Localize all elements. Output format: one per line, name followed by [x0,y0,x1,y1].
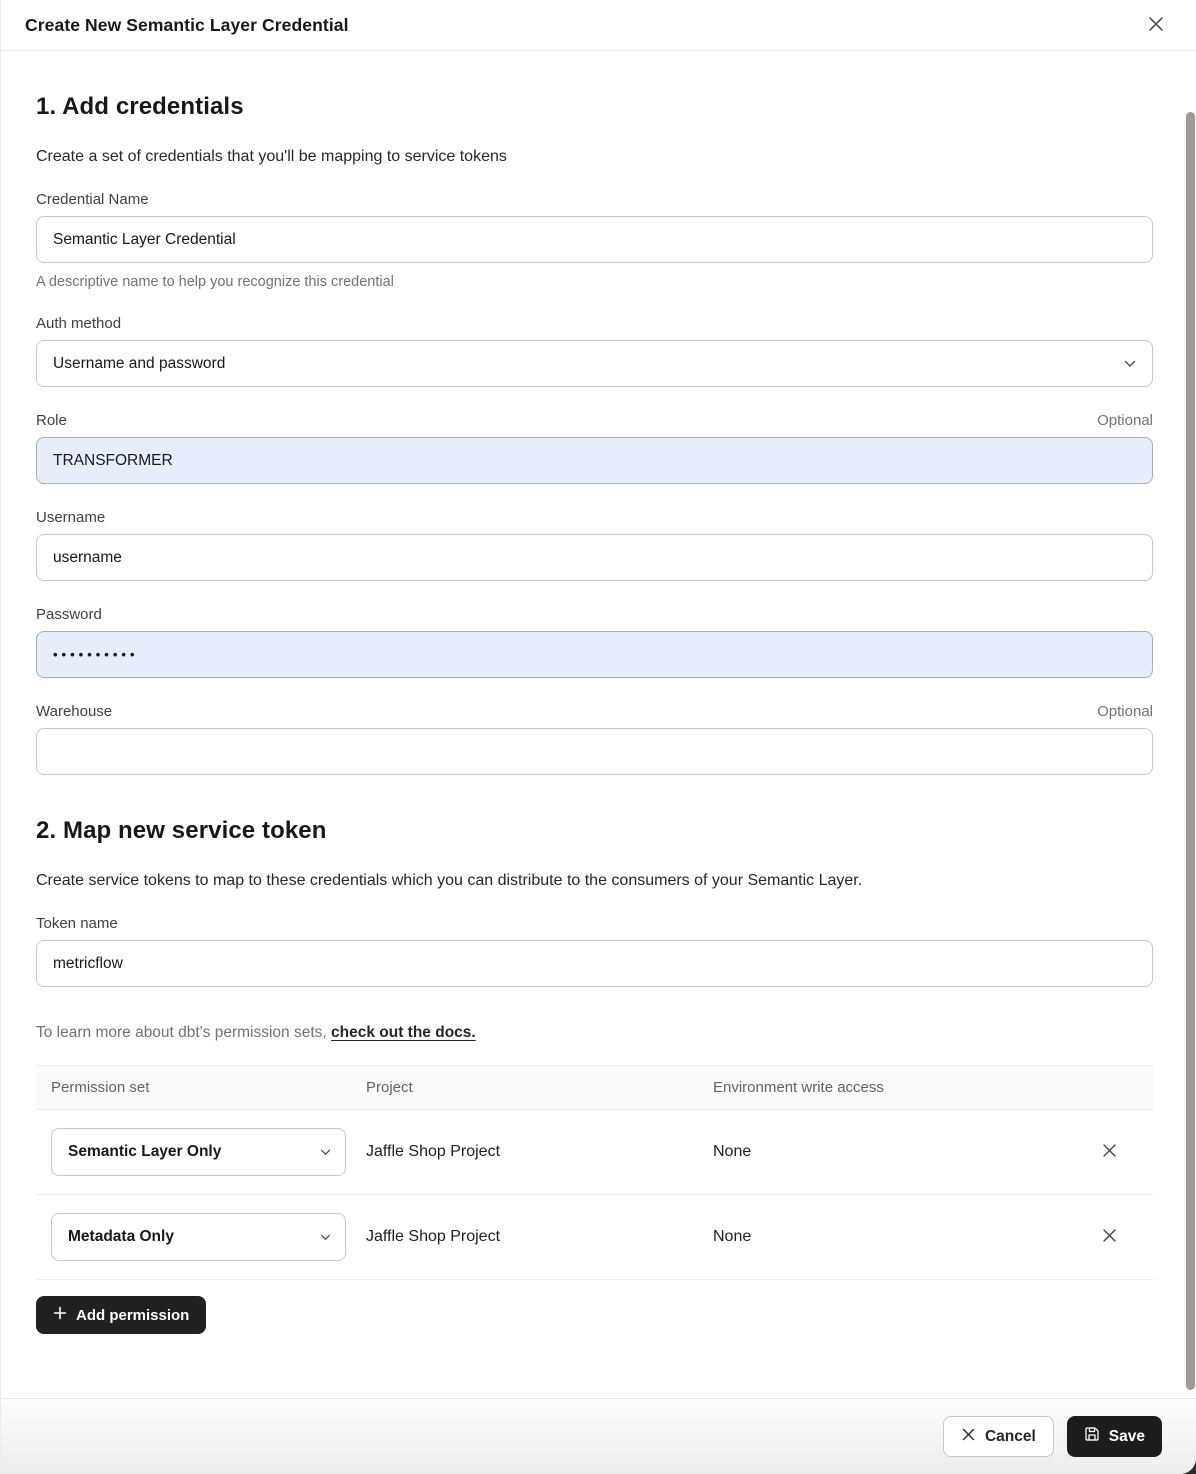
username-input[interactable] [36,534,1153,581]
role-field-group: Role Optional [36,412,1153,484]
permission-set-selected-value: Metadata Only [68,1228,174,1246]
section2-heading: 2. Map new service token [36,817,1153,845]
role-input[interactable] [36,437,1153,484]
remove-permission-button[interactable] [1093,1136,1125,1168]
modal-title: Create New Semantic Layer Credential [25,15,349,36]
plus-icon [53,1306,67,1324]
environment-write-access-cell: None [713,1143,1093,1161]
project-cell: Jaffle Shop Project [366,1143,713,1161]
role-optional-badge: Optional [1097,412,1153,429]
warehouse-label: Warehouse [36,703,112,720]
warehouse-field-group: Warehouse Optional [36,703,1153,775]
save-label: Save [1109,1428,1145,1446]
cancel-label: Cancel [985,1428,1036,1446]
username-field-group: Username [36,509,1153,581]
credential-name-label: Credential Name [36,191,149,208]
col-header-environment-write-access: Environment write access [713,1079,1093,1096]
token-name-input[interactable] [36,940,1153,987]
username-label: Username [36,509,105,526]
permission-table: Permission set Project Environment write… [36,1065,1153,1280]
credential-name-helper: A descriptive name to help you recognize… [36,274,1153,290]
warehouse-input[interactable] [36,728,1153,775]
modal-header: Create New Semantic Layer Credential [1,0,1196,51]
password-field-group: Password [36,606,1153,678]
permission-table-body: Semantic Layer Only Jaffle Shop Project … [36,1110,1153,1280]
auth-method-field-group: Auth method Username and password [36,315,1153,387]
create-credential-modal: Create New Semantic Layer Credential 1. … [0,0,1196,1474]
password-input[interactable] [36,631,1153,678]
token-name-field-group: Token name [36,915,1153,987]
save-button[interactable]: Save [1067,1416,1162,1457]
token-name-label: Token name [36,915,118,932]
close-icon [1146,14,1166,37]
col-header-project: Project [366,1079,713,1096]
permission-docs-text: To learn more about dbt's permission set… [36,1024,331,1041]
cancel-x-icon [961,1427,976,1447]
auth-method-selected-value: Username and password [53,355,225,373]
credential-name-field-group: Credential Name A descriptive name to he… [36,191,1153,290]
permission-table-header: Permission set Project Environment write… [36,1065,1153,1110]
project-cell: Jaffle Shop Project [366,1228,713,1246]
environment-write-access-cell: None [713,1228,1093,1246]
chevron-down-icon [1124,360,1136,368]
permission-set-select[interactable]: Semantic Layer Only [51,1128,346,1176]
save-floppy-icon [1084,1426,1100,1447]
password-label: Password [36,606,102,623]
remove-x-icon [1101,1227,1118,1247]
modal-body: 1. Add credentials Create a set of crede… [1,51,1196,1398]
permission-table-row: Semantic Layer Only Jaffle Shop Project … [36,1110,1153,1195]
section1-description: Create a set of credentials that you'll … [36,148,1153,166]
vertical-scrollbar[interactable] [1186,112,1195,1390]
credential-name-input[interactable] [36,216,1153,263]
permission-table-row: Metadata Only Jaffle Shop Project None [36,1195,1153,1280]
permission-set-selected-value: Semantic Layer Only [68,1143,221,1161]
add-permission-label: Add permission [76,1307,189,1324]
chevron-down-icon [320,1149,331,1156]
modal-footer: Cancel Save [1,1398,1196,1474]
docs-link[interactable]: check out the docs. [331,1024,476,1041]
auth-method-select[interactable]: Username and password [36,340,1153,387]
cancel-button[interactable]: Cancel [943,1416,1054,1457]
col-header-permission-set: Permission set [36,1079,366,1096]
auth-method-label: Auth method [36,315,121,332]
remove-permission-button[interactable] [1093,1221,1125,1253]
section2-description: Create service tokens to map to these cr… [36,872,1153,890]
remove-x-icon [1101,1142,1118,1162]
section1-heading: 1. Add credentials [36,93,1153,121]
role-label: Role [36,412,67,429]
warehouse-optional-badge: Optional [1097,703,1153,720]
chevron-down-icon [320,1234,331,1241]
add-permission-button[interactable]: Add permission [36,1296,206,1334]
close-button[interactable] [1142,11,1170,39]
permission-docs-line: To learn more about dbt's permission set… [36,1024,1153,1042]
permission-set-select[interactable]: Metadata Only [51,1213,346,1261]
